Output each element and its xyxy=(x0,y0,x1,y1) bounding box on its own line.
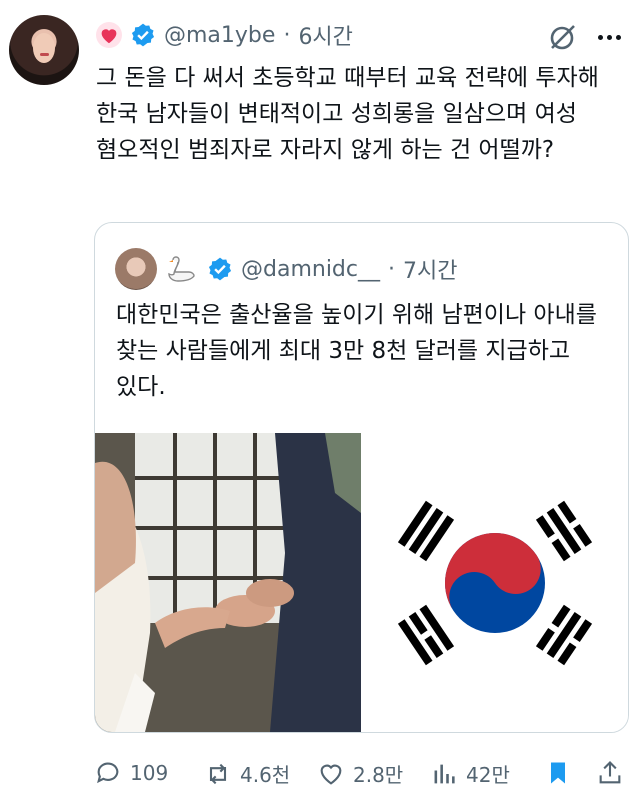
quoted-text: 대한민국은 출산율을 높이기 위해 남편이나 아내를 찾는 사람들에게 최대 3… xyxy=(116,302,605,400)
tweet-time[interactable]: 6시간 xyxy=(298,19,352,51)
avatar-face xyxy=(33,33,55,63)
tweet-text: 그 돈을 다 써서 초등학교 때부터 교육 전략에 투자해 한국 남자들이 변태… xyxy=(96,65,607,163)
reply-count: 109 xyxy=(130,761,169,785)
repost-button[interactable]: 4.6천 xyxy=(204,759,290,788)
quoted-media[interactable] xyxy=(95,433,628,732)
bookmark-button[interactable] xyxy=(544,759,572,787)
share-button[interactable] xyxy=(596,759,624,787)
reply-icon xyxy=(97,762,119,784)
verified-icon xyxy=(208,257,232,281)
reply-button[interactable]: 109 xyxy=(94,759,168,787)
korean-flag-image[interactable] xyxy=(361,433,628,732)
share-icon xyxy=(599,761,621,784)
separator-dot: · xyxy=(283,22,291,48)
avatar-lips xyxy=(40,53,49,56)
like-icon xyxy=(320,764,342,785)
quoted-header: @damnidc__ · 7시간 xyxy=(115,248,457,290)
like-count: 2.8만 xyxy=(353,763,404,787)
repost-count: 4.6천 xyxy=(240,763,291,787)
verified-icon xyxy=(131,23,155,47)
repost-icon xyxy=(209,763,227,784)
author-avatar[interactable] xyxy=(9,15,79,85)
author-handle[interactable]: @ma1ybe xyxy=(164,23,275,48)
more-icon[interactable] xyxy=(594,22,624,52)
quoted-handle[interactable]: @damnidc__ xyxy=(241,257,380,282)
quoted-tweet[interactable]: @damnidc__ · 7시간 대한민국은 출산율을 높이기 위해 남편이나 … xyxy=(94,222,629,733)
swan-icon xyxy=(168,256,195,282)
views-button[interactable]: 42만 xyxy=(430,759,510,788)
like-button[interactable]: 2.8만 xyxy=(317,759,403,788)
tweet-header: @ma1ybe · 6시간 xyxy=(96,18,353,52)
separator-dot: · xyxy=(388,256,395,282)
action-bar: 109 4.6천 2.8만 42만 xyxy=(94,755,628,795)
quoted-time[interactable]: 7시간 xyxy=(403,253,457,285)
wedding-photo[interactable] xyxy=(95,433,361,732)
bookmark-icon xyxy=(551,762,565,784)
quoted-avatar[interactable] xyxy=(115,248,157,290)
views-count: 42만 xyxy=(466,763,510,787)
heart-icon xyxy=(96,22,122,48)
views-icon xyxy=(434,764,455,783)
grok-icon[interactable] xyxy=(548,22,578,52)
